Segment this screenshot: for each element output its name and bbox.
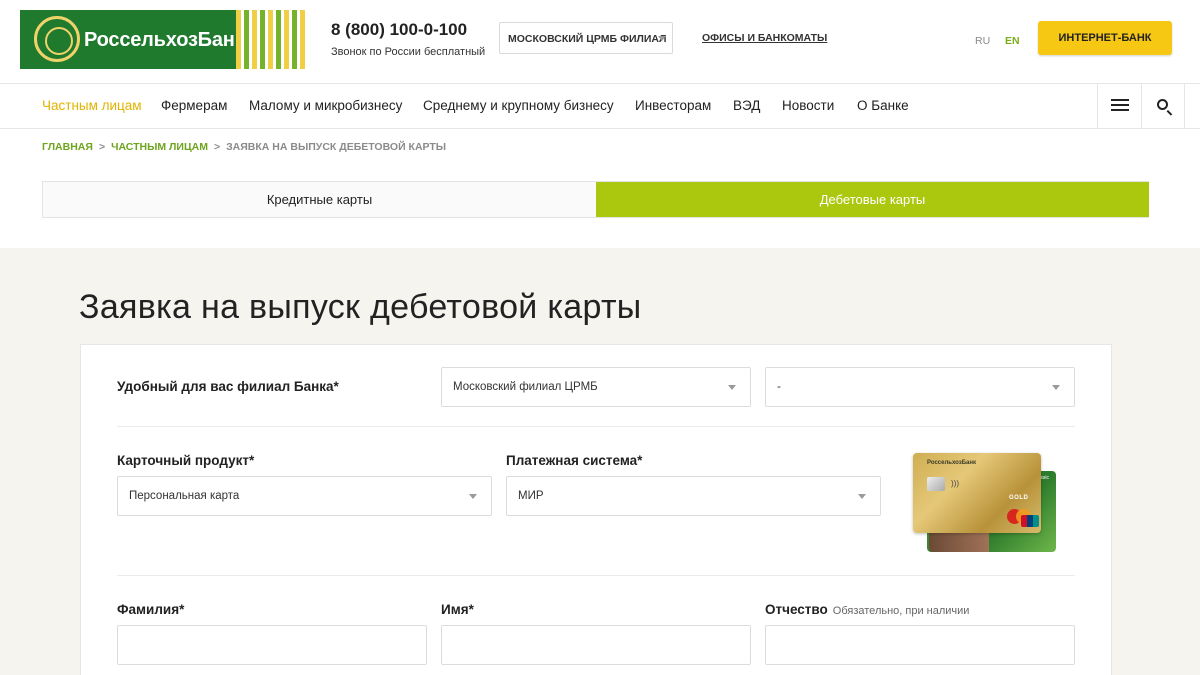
chevron-down-icon bbox=[1052, 385, 1060, 390]
hamburger-icon-line bbox=[1111, 109, 1129, 111]
breadcrumb-separator: > bbox=[213, 141, 221, 153]
breadcrumb-separator: > bbox=[98, 141, 106, 153]
payment-system-select-value: МИР bbox=[518, 490, 544, 502]
chevron-down-icon bbox=[469, 494, 477, 499]
nav-item-large-business[interactable]: Среднему и крупному бизнесу bbox=[423, 98, 614, 113]
payment-system-label: Платежная система* bbox=[506, 453, 643, 468]
lastname-input[interactable] bbox=[117, 625, 427, 665]
contactless-icon: ))) bbox=[951, 479, 959, 488]
nav-item-small-business[interactable]: Малому и микробизнесу bbox=[249, 98, 402, 113]
card-brand: РоссельхозБанк bbox=[927, 460, 976, 466]
tab-credit-cards[interactable]: Кредитные карты bbox=[43, 182, 596, 217]
phone-note: Звонок по России бесплатный bbox=[331, 46, 486, 58]
logo-text: РоссельхозБанк bbox=[84, 29, 245, 51]
firstname-label: Имя* bbox=[441, 602, 474, 617]
top-header: РоссельхозБанк 8 (800) 100-0-100 Звонок … bbox=[0, 0, 1200, 84]
chip-icon bbox=[927, 477, 945, 491]
lastname-label: Фамилия* bbox=[117, 602, 185, 617]
nav-item-individuals[interactable]: Частным лицам bbox=[42, 98, 142, 113]
branch-select[interactable]: Московский филиал ЦРМБ bbox=[441, 367, 751, 407]
breadcrumb: ГЛАВНАЯ > ЧАСТНЫМ ЛИЦАМ > ЗАЯВКА НА ВЫПУСК Д… bbox=[42, 141, 446, 153]
offices-atms-link[interactable]: ОФИСЫ И БАНКОМАТЫ bbox=[702, 32, 827, 44]
bank-logo[interactable]: РоссельхозБанк bbox=[20, 10, 308, 69]
search-button[interactable] bbox=[1141, 84, 1185, 128]
breadcrumb-home[interactable]: ГЛАВНАЯ bbox=[42, 141, 93, 153]
region-select[interactable]: МОСКОВСКИЙ ЦРМБ ФИЛИАЛ bbox=[499, 22, 673, 54]
contact-phone: 8 (800) 100-0-100 Звонок по России беспл… bbox=[331, 20, 485, 58]
logo-background: РоссельхозБанк bbox=[20, 10, 245, 69]
middlename-label-text: Отчество bbox=[765, 602, 828, 617]
phone-number[interactable]: 8 (800) 100-0-100 bbox=[331, 20, 485, 40]
chevron-down-icon bbox=[728, 385, 736, 390]
nav-item-news[interactable]: Новости bbox=[782, 98, 834, 113]
hamburger-icon-line bbox=[1111, 104, 1129, 106]
middlename-label: Отчество Обязательно, при наличии bbox=[765, 602, 969, 617]
internet-bank-button[interactable]: ИНТЕРНЕТ-БАНК bbox=[1038, 21, 1172, 55]
middlename-hint: Обязательно, при наличии bbox=[832, 605, 970, 617]
nav-item-farmers[interactable]: Фермерам bbox=[161, 98, 227, 113]
logo-emblem-icon bbox=[34, 16, 80, 62]
sub-branch-select[interactable]: - bbox=[765, 367, 1075, 407]
branch-select-value: Московский филиал ЦРМБ bbox=[453, 381, 598, 393]
card-image-gold: РоссельхозБанк ))) GOLD bbox=[913, 453, 1041, 533]
payment-system-select[interactable]: МИР bbox=[506, 476, 881, 516]
lang-ru-link[interactable]: RU bbox=[975, 35, 990, 47]
search-icon bbox=[1157, 99, 1168, 110]
card-product-select-value: Персональная карта bbox=[129, 490, 240, 502]
breadcrumb-individuals[interactable]: ЧАСТНЫМ ЛИЦАМ bbox=[111, 141, 208, 153]
form-divider bbox=[117, 575, 1075, 576]
card-product-label: Карточный продукт* bbox=[117, 453, 255, 468]
unionpay-icon bbox=[1021, 515, 1039, 527]
main-nav: Частным лицам Фермерам Малому и микробиз… bbox=[0, 84, 1200, 129]
menu-button[interactable] bbox=[1097, 84, 1141, 128]
middlename-input[interactable] bbox=[765, 625, 1075, 665]
page-title: Заявка на выпуск дебетовой карты bbox=[79, 288, 642, 326]
chevron-down-icon bbox=[858, 494, 866, 499]
nav-item-about[interactable]: О Банке bbox=[857, 98, 909, 113]
tab-debit-cards[interactable]: Дебетовые карты bbox=[596, 182, 1149, 217]
lang-en-link[interactable]: EN bbox=[1005, 35, 1020, 47]
firstname-input[interactable] bbox=[441, 625, 751, 665]
application-form: Удобный для вас филиал Банка* Московский… bbox=[80, 344, 1112, 675]
form-divider bbox=[117, 426, 1075, 427]
breadcrumb-current: ЗАЯВКА НА ВЫПУСК ДЕБЕТОВОЙ КАРТЫ bbox=[226, 141, 447, 153]
card-gold-label: GOLD bbox=[1009, 495, 1029, 501]
card-product-select[interactable]: Персональная карта bbox=[117, 476, 492, 516]
logo-stripes bbox=[236, 10, 308, 69]
sub-branch-select-value: - bbox=[777, 381, 781, 393]
nav-item-investors[interactable]: Инвесторам bbox=[635, 98, 711, 113]
branch-label: Удобный для вас филиал Банка* bbox=[117, 379, 339, 394]
chevron-down-icon bbox=[658, 36, 666, 41]
hamburger-icon bbox=[1111, 99, 1129, 101]
nav-item-ved[interactable]: ВЭД bbox=[733, 98, 760, 113]
region-select-value: МОСКОВСКИЙ ЦРМБ ФИЛИАЛ bbox=[508, 33, 667, 45]
card-type-tabs: Кредитные карты Дебетовые карты bbox=[42, 181, 1149, 218]
